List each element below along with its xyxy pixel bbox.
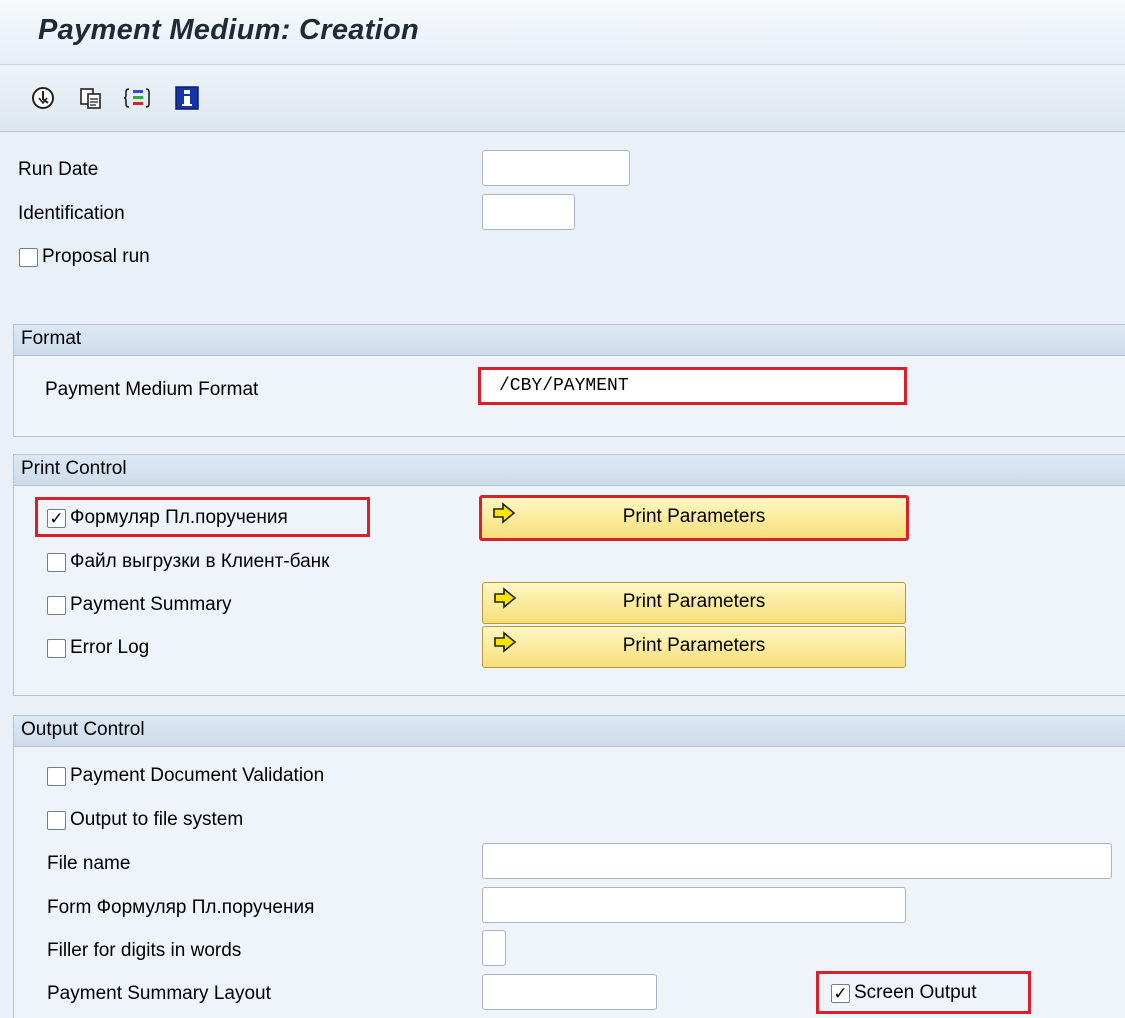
run-date-input[interactable] xyxy=(483,151,629,185)
filler-digits-input[interactable] xyxy=(483,931,505,965)
variant-icon[interactable] xyxy=(78,85,104,111)
identification-field[interactable] xyxy=(482,194,575,230)
output-to-file-system-label: Output to file system xyxy=(70,809,244,830)
filler-digits-field[interactable] xyxy=(482,930,506,966)
print-parameters-button-error-log[interactable]: Print Parameters xyxy=(482,626,906,668)
page-title: Payment Medium: Creation xyxy=(38,14,420,46)
execute-icon[interactable] xyxy=(30,85,56,111)
payment-summary-checkbox[interactable] xyxy=(47,596,66,615)
payment-summary-layout-field[interactable] xyxy=(482,974,657,1010)
print-control-group-header: Print Control xyxy=(14,455,1125,486)
payment-medium-format-input[interactable] xyxy=(481,370,904,402)
format-group-header: Format xyxy=(14,325,1125,356)
payment-document-validation-label: Payment Document Validation xyxy=(70,765,325,786)
form-name-input[interactable] xyxy=(483,888,905,922)
output-control-group-title: Output Control xyxy=(21,719,145,740)
screen-output-label: Screen Output xyxy=(854,982,977,1003)
info-icon[interactable] xyxy=(174,85,200,111)
application-toolbar xyxy=(0,65,1125,132)
file-name-input[interactable] xyxy=(483,844,1111,878)
run-date-label: Run Date xyxy=(18,159,99,180)
print-parameters-button-form[interactable]: Print Parameters xyxy=(479,495,909,541)
payment-medium-format-field[interactable] xyxy=(478,367,907,405)
print-parameters-label: Print Parameters xyxy=(622,506,766,527)
screen-output-checkbox[interactable]: ✓ xyxy=(831,984,850,1003)
print-control-group-title: Print Control xyxy=(21,458,127,479)
form-name-label: Form Формуляр Пл.поручения xyxy=(47,897,315,918)
payment-document-validation-checkbox[interactable] xyxy=(47,767,66,786)
payment-summary-label: Payment Summary xyxy=(70,594,232,615)
run-date-field[interactable] xyxy=(482,150,630,186)
client-bank-file-label: Файл выгрузки в Клиент-банк xyxy=(70,551,330,572)
error-log-label: Error Log xyxy=(70,637,150,658)
selection-options-icon[interactable] xyxy=(123,85,150,111)
form-payment-order-label: Формуляр Пл.поручения xyxy=(70,507,288,528)
file-name-field[interactable] xyxy=(482,843,1112,879)
print-parameters-label: Print Parameters xyxy=(622,635,766,656)
payment-summary-layout-label: Payment Summary Layout xyxy=(47,983,271,1004)
error-log-checkbox[interactable] xyxy=(47,639,66,658)
output-to-file-system-checkbox[interactable] xyxy=(47,811,66,830)
proposal-run-checkbox[interactable] xyxy=(19,248,38,267)
form-name-field[interactable] xyxy=(482,887,906,923)
format-group-title: Format xyxy=(21,328,82,349)
identification-input[interactable] xyxy=(483,195,574,229)
payment-medium-format-label: Payment Medium Format xyxy=(45,379,259,400)
output-control-group-header: Output Control xyxy=(14,716,1125,747)
payment-summary-layout-input[interactable] xyxy=(483,975,656,1009)
proposal-run-label: Proposal run xyxy=(42,246,150,267)
print-parameters-button-summary[interactable]: Print Parameters xyxy=(482,582,906,624)
filler-digits-label: Filler for digits in words xyxy=(47,940,242,961)
identification-label: Identification xyxy=(18,203,125,224)
file-name-label: File name xyxy=(47,853,131,874)
print-parameters-label: Print Parameters xyxy=(622,591,766,612)
title-bar: Payment Medium: Creation xyxy=(0,0,1125,65)
client-bank-file-checkbox[interactable] xyxy=(47,553,66,572)
form-payment-order-checkbox[interactable]: ✓ xyxy=(47,509,66,528)
